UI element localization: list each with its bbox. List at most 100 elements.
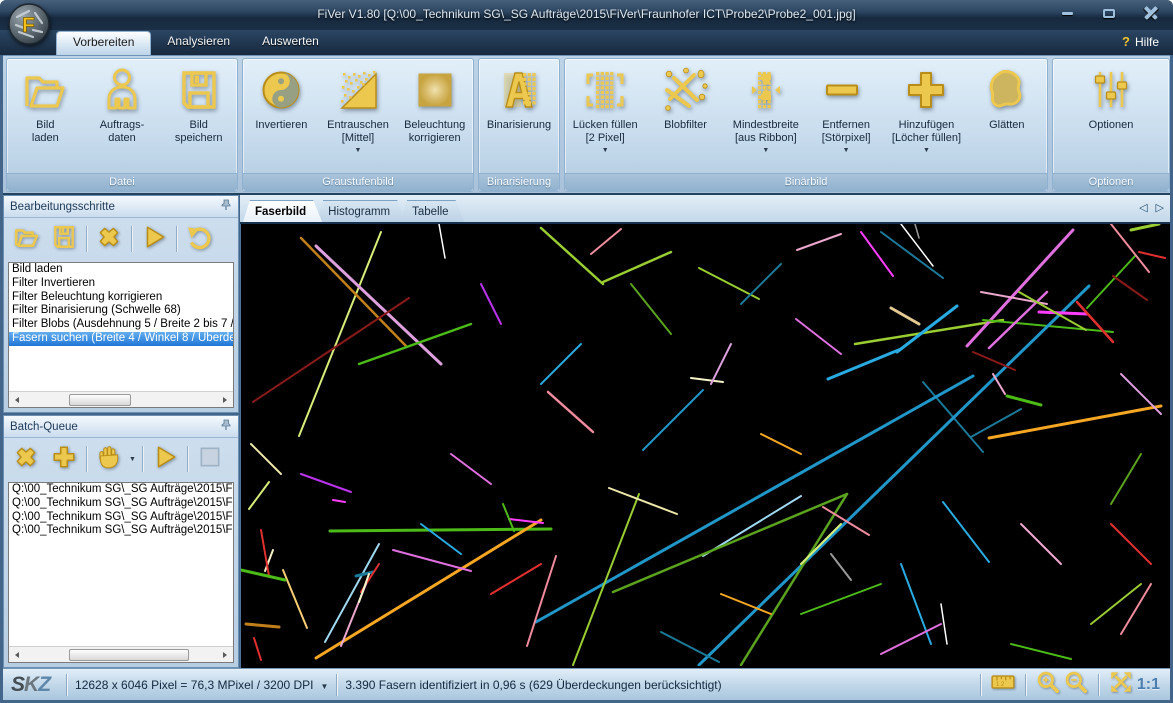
open-steps-button[interactable] [10,223,42,255]
viewer-tab-faserbild[interactable]: Faserbild [243,200,322,222]
list-item[interactable]: Q:\00_Technikum SG\_SG Aufträge\2015\FiV [9,524,233,538]
window-controls [1053,4,1165,22]
left-column: Bearbeitungsschritte Bild laden Filter In… [3,195,239,668]
zoom-out-button[interactable] [1062,671,1090,698]
tab-scroll-left-icon[interactable]: ◁ [1139,201,1147,215]
zoom-in-button[interactable] [1034,671,1062,698]
zoom-fit-button[interactable] [1107,672,1135,698]
list-item[interactable]: Filter Invertieren [9,277,233,291]
pause-batch-button[interactable] [93,443,125,475]
list-item[interactable]: Q:\00_Technikum SG\_SG Aufträge\2015\FiV [9,511,233,525]
ribbon-button-binarisierung[interactable]: Binarisierung [479,64,559,132]
maximize-icon [1103,8,1115,18]
minimize-button[interactable] [1053,4,1081,22]
fiber-image-canvas[interactable] [240,224,1170,668]
ribbon-button-entrauschen[interactable]: Entrauschen [Mittel] ▼ [320,64,397,154]
pin-icon[interactable] [220,198,232,216]
pin-icon[interactable] [220,418,232,436]
ribbon-button-optionen[interactable]: Optionen [1053,64,1169,132]
viewer-area: Faserbild Histogramm Tabelle ◁ ▷ [240,195,1170,668]
options-icon [1087,66,1135,114]
chevron-down-icon[interactable]: ▼ [602,147,609,154]
maximize-button[interactable] [1095,4,1123,22]
list-item[interactable]: Bild laden [9,263,233,277]
ribbon-button-invertieren[interactable]: Invertieren [243,64,320,132]
help-button[interactable]: ? Hilfe [1122,34,1159,49]
tab-analysieren[interactable]: Analysieren [151,30,246,55]
scroll-right-arrow[interactable] [217,647,233,662]
processing-steps-list[interactable]: Bild laden Filter Invertieren Filter Beleu… [8,262,234,408]
viewer-tab-histogramm[interactable]: Histogramm [316,200,406,222]
batch-queue-list[interactable]: Q:\00_Technikum SG\_SG Aufträge\2015\FiV… [8,482,234,663]
save-steps-button[interactable] [48,223,80,255]
stop-batch-button [194,443,226,475]
ribbon-button-lücken-füllen[interactable]: Lücken füllen [2 Pixel] ▼ [565,64,645,154]
button-label: Entrauschen [Mittel] [327,119,389,144]
button-label: Bild speichern [174,119,223,144]
chevron-down-icon[interactable]: ▼ [923,147,930,154]
ribbon-button-beleuchtung[interactable]: Beleuchtung korrigieren [396,64,473,144]
close-button[interactable] [1137,4,1165,22]
ribbon-group-label: Binarisierung [479,173,559,191]
toolbar-divider [86,226,87,252]
scroll-right-arrow[interactable] [217,392,233,407]
statusbar-divider [66,673,68,696]
chevron-down-icon[interactable]: ▼ [843,147,850,154]
scrollbar-thumb[interactable] [69,648,189,661]
list-item[interactable]: Filter Beleuchtung korrigieren [9,291,233,305]
ribbon-button-blobfilter[interactable]: Blobfilter [645,64,725,132]
tab-vorbereiten[interactable]: Vorbereiten [56,31,152,55]
order-data-icon [98,66,146,114]
statusbar-divider [1097,673,1099,696]
zoom-fit-icon [1108,669,1134,700]
undo-button[interactable] [183,223,215,255]
scroll-left-arrow[interactable] [9,392,25,407]
binarize-icon [495,66,543,114]
pause-batch-icon [96,444,122,475]
titlebar[interactable]: FiVer V1.80 [Q:\00_Technikum SG\_SG Auft… [0,0,1173,30]
chevron-down-icon[interactable]: ▼ [762,147,769,154]
clear-batch-button[interactable] [10,443,42,475]
toolbar-divider [141,446,143,472]
add-batch-button[interactable] [48,443,80,475]
ribbon-button-bild[interactable]: Bild laden [7,64,84,144]
processing-steps-header: Bearbeitungsschritte [4,196,238,218]
add-icon [902,66,950,114]
viewer-tab-tabelle[interactable]: Tabelle [400,200,464,222]
list-item[interactable]: Q:\00_Technikum SG\_SG Aufträge\2015\FiV [9,483,233,497]
help-label: Hilfe [1134,34,1159,49]
app-logo-icon[interactable]: F [8,3,50,45]
toolbar-divider [86,446,87,472]
button-label: Binarisierung [486,119,552,131]
horizontal-scrollbar[interactable] [9,391,233,407]
tab-scroll-right-icon[interactable]: ▷ [1156,201,1164,215]
chevron-down-icon[interactable]: ▼ [129,456,136,463]
list-item[interactable]: Q:\00_Technikum SG\_SG Aufträge\2015\FiV [9,497,233,511]
ribbon-button-glätten[interactable]: Glätten [967,64,1047,132]
ribbon-button-bild[interactable]: Bild speichern [160,64,237,144]
min-width-icon [742,66,790,114]
list-item[interactable]: Filter Binarisierung (Schwelle 68) [9,304,233,318]
scroll-left-arrow[interactable] [9,647,25,662]
run-steps-button[interactable] [138,223,170,255]
run-batch-button[interactable] [149,443,181,475]
ribbon-button-hinzufügen[interactable]: Hinzufügen [Löcher füllen] ▼ [886,64,966,154]
tab-auswerten[interactable]: Auswerten [246,30,335,55]
ribbon-button-mindestbreite[interactable]: Mindestbreite [aus Ribbon] ▼ [726,64,806,154]
zoom-ratio-button[interactable]: 1:1 [1137,676,1160,694]
scrollbar-thumb[interactable] [69,393,131,406]
ribbon-button-auftrags[interactable]: Auftrags-daten [84,64,161,144]
open-image-icon [21,66,69,114]
measure-button[interactable]: 1 2 [989,672,1017,698]
list-item[interactable]: Filter Blobs (Ausdehnung 5 / Breite 2 bi… [9,318,233,332]
delete-step-button[interactable] [93,223,125,255]
image-resolution-dropdown[interactable]: 12628 x 6046 Pixel = 76,3 MPixel / 3200 … [75,678,328,692]
list-item[interactable]: Fasern suchen (Breite 4 / Winkel 8 / Übe… [9,331,233,346]
chevron-down-icon[interactable]: ▼ [355,147,362,154]
horizontal-scrollbar[interactable] [9,646,233,662]
ribbon-button-entfernen[interactable]: Entfernen [Störpixel] ▼ [806,64,886,154]
button-label: Mindestbreite [aus Ribbon] [732,119,799,144]
add-batch-icon [51,444,77,475]
statusbar-tools: 1 2 [989,671,1135,698]
blobfilter-icon [661,66,709,114]
